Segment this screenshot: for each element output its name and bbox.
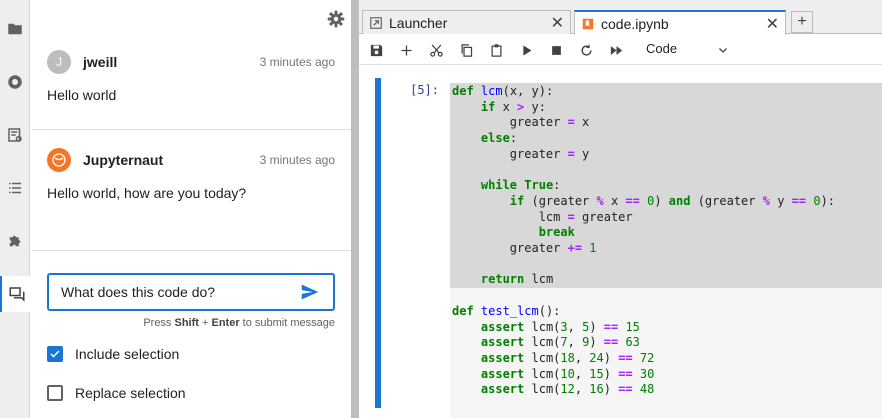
paste-icon — [491, 43, 501, 57]
code-line: if x > y: — [480, 99, 546, 114]
message-divider — [31, 129, 351, 130]
send-icon[interactable] — [299, 281, 321, 303]
tab-code-ipynb[interactable]: code.ipynb ✕ — [574, 10, 786, 35]
restart-run-all-button[interactable] — [607, 41, 625, 59]
paste-button[interactable] — [487, 41, 505, 59]
message-timestamp: 3 minutes ago — [259, 55, 335, 69]
copy-button[interactable] — [457, 41, 475, 59]
tab-label: Launcher — [389, 14, 448, 31]
message-text: Hello world — [47, 87, 117, 103]
code-line: ​ — [452, 163, 835, 179]
cell-prompt: [5]: — [410, 83, 439, 97]
folder-icon — [8, 23, 22, 35]
chat-panel-button[interactable] — [0, 276, 31, 312]
chat-panel: J jweill 3 minutes ago Hello world Jupyt… — [31, 0, 351, 418]
save-button[interactable] — [367, 41, 385, 59]
code-line: ​ — [452, 288, 835, 304]
checkbox-unchecked-icon[interactable] — [47, 385, 63, 401]
avatar: J — [47, 50, 71, 74]
input-divider — [31, 250, 351, 251]
file-browser-button[interactable] — [0, 11, 30, 47]
code-editor[interactable]: def lcm(x, y): if x > y: greater = x els… — [452, 84, 835, 398]
submit-hint: Press Shift + Enter to submit message — [143, 317, 335, 329]
include-selection-checkbox[interactable]: Include selection — [47, 346, 179, 362]
jupyternaut-avatar — [47, 148, 71, 172]
checkbox-checked-icon[interactable] — [47, 346, 63, 362]
commands-icon — [8, 128, 22, 142]
cut-icon — [429, 43, 443, 57]
gear-icon[interactable] — [327, 10, 345, 28]
chat-input-value[interactable]: What does this code do? — [61, 284, 299, 300]
replace-selection-checkbox[interactable]: Replace selection — [47, 385, 186, 401]
code-line: lcm = greater — [452, 209, 633, 224]
code-line: ​ — [452, 257, 835, 273]
commands-button[interactable] — [0, 117, 30, 153]
notebook-toolbar: Code — [359, 35, 882, 65]
panel-splitter[interactable] — [351, 0, 359, 418]
chat-input[interactable]: What does this code do? — [47, 273, 335, 311]
message-author: jweill — [83, 54, 118, 70]
running-icon — [8, 75, 22, 89]
extensions-icon — [9, 235, 21, 247]
replace-selection-label: Replace selection — [75, 385, 186, 401]
close-icon[interactable]: ✕ — [766, 14, 779, 34]
code-line: assert lcm(10, 15) == 30 — [480, 366, 655, 381]
code-line: greater = y — [452, 146, 590, 161]
restart-icon — [580, 43, 592, 56]
code-line: return lcm — [480, 272, 554, 287]
code-line: break — [538, 225, 575, 240]
fast-forward-icon — [610, 45, 622, 55]
message-header: J jweill 3 minutes ago — [47, 49, 335, 75]
close-icon[interactable]: ✕ — [551, 13, 564, 33]
add-icon — [401, 45, 411, 55]
running-sessions-button[interactable] — [0, 64, 30, 100]
insert-cell-button[interactable] — [397, 41, 415, 59]
code-line: greater += 1 — [452, 241, 597, 256]
message-text: Hello world, how are you today? — [47, 185, 247, 201]
copy-icon — [461, 43, 472, 57]
extensions-button[interactable] — [0, 223, 30, 259]
table-of-contents-button[interactable] — [0, 170, 30, 206]
run-button[interactable] — [517, 41, 535, 59]
run-icon — [522, 45, 531, 55]
save-icon — [370, 44, 382, 56]
code-line: else: — [480, 131, 518, 146]
notebook-area: Launcher ✕ code.ipynb ✕ + Code [5]: def … — [359, 0, 882, 418]
stop-icon — [551, 45, 561, 55]
active-cell-marker[interactable] — [375, 78, 381, 408]
toc-icon — [9, 182, 21, 194]
code-line: while True: — [480, 178, 561, 193]
include-selection-label: Include selection — [75, 346, 180, 362]
add-tab-button[interactable]: + — [791, 11, 813, 33]
chevron-down-icon[interactable] — [717, 44, 729, 56]
notebook-icon — [582, 18, 594, 29]
chat-icon — [9, 287, 24, 302]
code-line: assert lcm(3, 5) == 15 — [480, 319, 640, 334]
plus-icon: + — [797, 13, 807, 30]
chat-message: J jweill 3 minutes ago Hello world — [47, 49, 335, 103]
code-line: if (greater % x == 0) and (greater % y =… — [509, 193, 836, 208]
code-line: assert lcm(7, 9) == 63 — [480, 335, 640, 350]
jupyterlab-window: J jweill 3 minutes ago Hello world Jupyt… — [0, 0, 882, 418]
code-line: assert lcm(18, 24) == 72 — [480, 350, 655, 365]
message-timestamp: 3 minutes ago — [259, 153, 335, 167]
code-line: greater = x — [452, 115, 590, 130]
launcher-icon — [370, 16, 382, 29]
activity-bar — [0, 0, 31, 418]
code-line: def test_lcm(): — [452, 303, 561, 318]
tab-label: code.ipynb — [601, 15, 669, 32]
tab-bar: Launcher ✕ code.ipynb ✕ + — [359, 0, 882, 35]
tab-launcher[interactable]: Launcher ✕ — [362, 10, 571, 34]
message-author: Jupyternaut — [83, 152, 164, 168]
code-line: def lcm(x, y): — [452, 84, 554, 98]
jupyter-logo-icon — [52, 153, 66, 167]
cut-button[interactable] — [427, 41, 445, 59]
message-header: Jupyternaut 3 minutes ago — [47, 147, 335, 173]
restart-button[interactable] — [577, 41, 595, 59]
cell-type-select[interactable]: Code — [646, 41, 677, 56]
notebook-body: [5]: def lcm(x, y): if x > y: greater = … — [359, 66, 882, 418]
code-line: assert lcm(12, 16) == 48 — [480, 382, 655, 397]
chat-message: Jupyternaut 3 minutes ago Hello world, h… — [47, 147, 335, 201]
stop-button[interactable] — [547, 41, 565, 59]
